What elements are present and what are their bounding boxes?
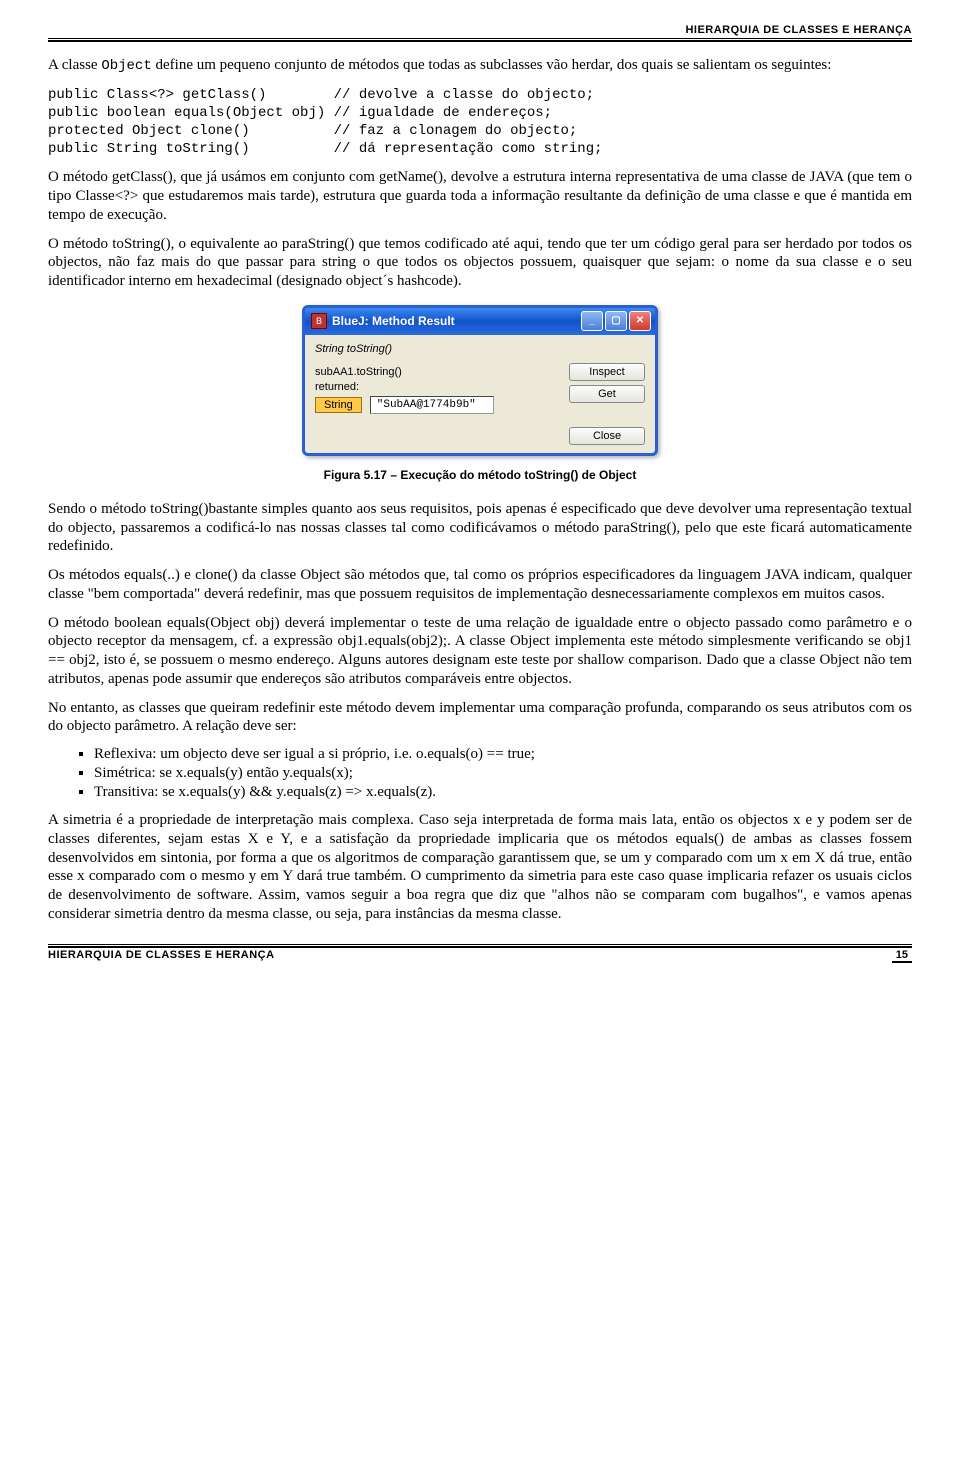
dialog-titlebar[interactable]: B BlueJ: Method Result _ ▢ ✕ (305, 308, 655, 335)
method-signature: String toString() (315, 343, 645, 355)
paragraph-symmetry: A simetria é a propriedade de interpreta… (48, 811, 912, 924)
footer-title: HIERARQUIA DE CLASSES E HERANÇA (48, 949, 275, 961)
minimize-button[interactable]: _ (581, 311, 603, 331)
paragraph-tostring: O método toString(), o equivalente ao pa… (48, 235, 912, 291)
paragraph-equals-impl: O método boolean equals(Object obj) deve… (48, 614, 912, 689)
paragraph-intro: A classe Object define um pequeno conjun… (48, 56, 912, 76)
list-item: Simétrica: se x.equals(y) então y.equals… (94, 765, 912, 782)
header-rule (48, 40, 912, 42)
return-type-chip[interactable]: String (315, 397, 362, 413)
paragraph-deep-compare: No entanto, as classes que queiram redef… (48, 699, 912, 737)
return-value-box[interactable]: "SubAA@1774b9b" (370, 396, 494, 414)
paragraph-equals-clone: Os métodos equals(..) e clone() da class… (48, 566, 912, 604)
app-icon: B (311, 313, 327, 329)
footer-rule-thin (48, 944, 912, 945)
text: define um pequeno conjunto de métodos qu… (152, 57, 832, 73)
dialog-title: BlueJ: Method Result (332, 314, 581, 328)
properties-list: Reflexiva: um objecto deve ser igual a s… (76, 746, 912, 801)
code-inline-object: Object (101, 58, 151, 74)
page-number: 15 (892, 949, 912, 963)
figure-caption: Figura 5.17 – Execução do método toStrin… (48, 468, 912, 482)
paragraph-getclass: O método getClass(), que já usámos em co… (48, 168, 912, 224)
bluej-dialog: B BlueJ: Method Result _ ▢ ✕ String toSt… (302, 305, 658, 456)
returned-label: returned: (315, 381, 380, 393)
inspect-button[interactable]: Inspect (569, 363, 645, 381)
maximize-button[interactable]: ▢ (605, 311, 627, 331)
list-item: Transitiva: se x.equals(y) && y.equals(z… (94, 784, 912, 801)
get-button[interactable]: Get (569, 385, 645, 403)
close-window-button[interactable]: ✕ (629, 311, 651, 331)
text: A classe (48, 57, 101, 73)
method-call-text: subAA1.toString() (315, 366, 402, 378)
code-block-methods: public Class<?> getClass() // devolve a … (48, 86, 912, 159)
close-button[interactable]: Close (569, 427, 645, 445)
page-header: HIERARQUIA DE CLASSES E HERANÇA (48, 24, 912, 39)
paragraph-redefine: Sendo o método toString()bastante simple… (48, 500, 912, 556)
list-item: Reflexiva: um objecto deve ser igual a s… (94, 746, 912, 763)
